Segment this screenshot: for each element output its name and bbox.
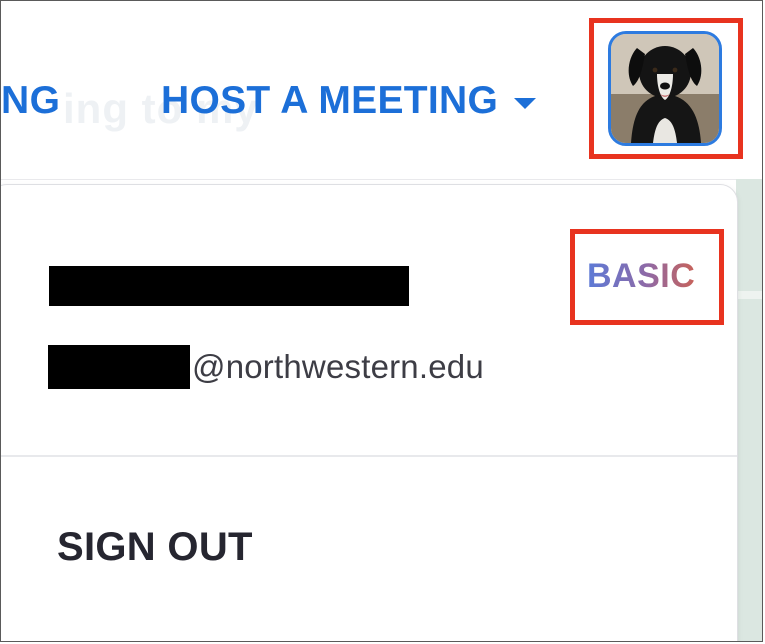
dog-photo-icon <box>611 34 719 143</box>
nav-item-partial[interactable]: NG <box>1 79 61 123</box>
profile-avatar[interactable] <box>608 31 722 146</box>
screenshot-frame: ing to my NG HOST A MEETING BASIC @north… <box>0 0 763 642</box>
user-email: @northwestern.edu <box>48 345 484 389</box>
caret-down-icon <box>514 97 537 109</box>
account-dropdown: BASIC @northwestern.edu SIGN OUT <box>1 184 738 641</box>
plan-badge: BASIC <box>587 257 696 295</box>
dropdown-divider <box>1 455 737 457</box>
host-meeting-label: HOST A MEETING <box>161 79 499 122</box>
email-domain: @northwestern.edu <box>192 348 484 385</box>
page-background-strip <box>736 179 762 641</box>
page-background-line <box>736 291 762 299</box>
host-meeting-menu[interactable]: HOST A MEETING <box>161 79 537 123</box>
redacted-user-name <box>49 266 409 306</box>
top-navigation-bar: ing to my NG HOST A MEETING <box>1 1 762 180</box>
redacted-email-user <box>48 345 190 389</box>
sign-out-button[interactable]: SIGN OUT <box>57 525 253 570</box>
